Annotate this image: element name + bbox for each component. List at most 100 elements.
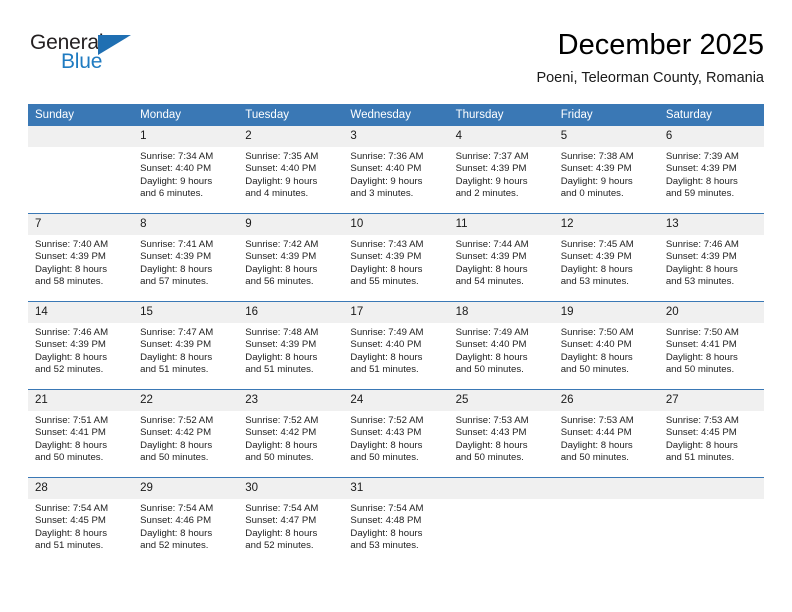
calendar-day-cell: 22 Sunrise: 7:52 AM Sunset: 4:42 PM Dayligh… [133,389,239,478]
day-5[interactable]: 5 Sunrise: 7:38 AM Sunset: 4:39 PM Daylight… [553,126,659,213]
day-2[interactable]: 2 Sunrise: 7:35 AM Sunset: 4:40 PM Daylight… [238,126,344,213]
day-details: Sunrise: 7:42 AM Sunset: 4:39 PM Daylight:… [238,235,343,288]
sunset-line: Sunset: 4:39 PM [245,339,317,351]
day-9[interactable]: 9 Sunrise: 7:42 AM Sunset: 4:39 PM Daylight… [238,214,344,301]
calendar-day-cell: 17 Sunrise: 7:49 AM Sunset: 4:40 PM Dayligh… [343,301,449,390]
day-27[interactable]: 27 Sunrise: 7:53 AM Sunset: 4:45 PM Dayligh… [658,390,764,477]
sunset-line: Sunset: 4:43 PM [350,427,422,439]
sunset-line: Sunset: 4:46 PM [140,515,212,527]
sunrise-line: Sunrise: 7:36 AM [350,151,424,162]
day-29[interactable]: 29 Sunrise: 7:54 AM Sunset: 4:46 PM Dayligh… [133,478,239,565]
day-22[interactable]: 22 Sunrise: 7:52 AM Sunset: 4:42 PM Dayligh… [133,390,239,477]
day-details: Sunrise: 7:51 AM Sunset: 4:41 PM Daylight:… [28,411,133,464]
sunrise-line: Sunrise: 7:50 AM [560,327,634,338]
daylight-line: Daylight: 8 hours [35,263,107,275]
day-number: 11 [448,214,554,235]
day-details: Sunrise: 7:36 AM Sunset: 4:40 PM Daylight:… [343,147,448,200]
day-details: Sunrise: 7:49 AM Sunset: 4:40 PM Daylight:… [449,323,554,376]
sunrise-line: Sunrise: 7:35 AM [245,151,319,162]
day-details: Sunrise: 7:50 AM Sunset: 4:40 PM Daylight:… [554,323,659,376]
calendar-day-cell: 10 Sunrise: 7:43 AM Sunset: 4:39 PM Dayligh… [343,213,449,302]
day-24[interactable]: 24 Sunrise: 7:52 AM Sunset: 4:43 PM Dayligh… [343,390,449,477]
day-8[interactable]: 8 Sunrise: 7:41 AM Sunset: 4:39 PM Daylight… [133,214,239,301]
sunset-line: Sunset: 4:39 PM [140,251,212,263]
day-7[interactable]: 7 Sunrise: 7:40 AM Sunset: 4:39 PM Daylight… [28,214,134,301]
daylight-line: Daylight: 8 hours [665,263,738,275]
daylight-line: Daylight: 8 hours [140,351,213,363]
sunrise-line: Sunrise: 7:54 AM [350,503,424,514]
day-26[interactable]: 26 Sunrise: 7:53 AM Sunset: 4:44 PM Dayligh… [553,390,659,477]
day-16[interactable]: 16 Sunrise: 7:48 AM Sunset: 4:39 PM Dayligh… [238,302,344,389]
calendar-day-cell: 16 Sunrise: 7:48 AM Sunset: 4:39 PM Dayligh… [238,301,344,390]
sunrise-line: Sunrise: 7:52 AM [350,415,424,426]
daylight-line: Daylight: 9 hours [245,175,318,187]
day-31[interactable]: 31 Sunrise: 7:54 AM Sunset: 4:48 PM Dayligh… [343,478,449,565]
sunrise-line: Sunrise: 7:49 AM [350,327,424,338]
daylight-line: Daylight: 8 hours [455,263,528,275]
sunset-line: Sunset: 4:39 PM [350,251,422,263]
daylight-line: Daylight: 8 hours [560,351,633,363]
daylight-line: and 4 minutes. [245,187,309,199]
day-10[interactable]: 10 Sunrise: 7:43 AM Sunset: 4:39 PM Dayligh… [343,214,449,301]
day-details: Sunrise: 7:52 AM Sunset: 4:42 PM Daylight:… [238,411,343,464]
daylight-line: and 0 minutes. [560,187,624,199]
daylight-line: Daylight: 9 hours [140,175,213,187]
day-number: 3 [343,126,449,147]
calendar-day-cell [553,477,659,565]
day-21[interactable]: 21 Sunrise: 7:51 AM Sunset: 4:41 PM Dayligh… [28,390,134,477]
daylight-line: and 50 minutes. [665,363,735,375]
day-23[interactable]: 23 Sunrise: 7:52 AM Sunset: 4:42 PM Dayligh… [238,390,344,477]
day-19[interactable]: 19 Sunrise: 7:50 AM Sunset: 4:40 PM Dayligh… [553,302,659,389]
sunset-line: Sunset: 4:39 PM [35,339,106,351]
day-number: 12 [553,214,659,235]
day-number: 1 [133,126,239,147]
day-25[interactable]: 25 Sunrise: 7:53 AM Sunset: 4:43 PM Dayligh… [448,390,554,477]
sunrise-line: Sunrise: 7:51 AM [35,415,109,426]
day-11[interactable]: 11 Sunrise: 7:44 AM Sunset: 4:39 PM Dayligh… [448,214,554,301]
day-17[interactable]: 17 Sunrise: 7:49 AM Sunset: 4:40 PM Dayligh… [343,302,449,389]
weekday-header-thursday: Thursday [448,104,554,126]
daylight-line: Daylight: 8 hours [350,439,423,451]
sunrise-line: Sunrise: 7:34 AM [140,151,214,162]
day-20[interactable]: 20 Sunrise: 7:50 AM Sunset: 4:41 PM Dayligh… [658,302,764,389]
general-blue-logo[interactable]: General Blue [30,32,160,84]
day-3[interactable]: 3 Sunrise: 7:36 AM Sunset: 4:40 PM Daylight… [343,126,449,213]
day-15[interactable]: 15 Sunrise: 7:47 AM Sunset: 4:39 PM Dayligh… [133,302,239,389]
sunrise-line: Sunrise: 7:43 AM [350,239,424,250]
day-number: 2 [238,126,344,147]
day-details: Sunrise: 7:46 AM Sunset: 4:39 PM Daylight:… [28,323,133,376]
daylight-line: and 50 minutes. [560,363,629,375]
day-14[interactable]: 14 Sunrise: 7:46 AM Sunset: 4:39 PM Dayligh… [28,302,134,389]
day-number: 26 [553,390,659,411]
daylight-line: and 50 minutes. [455,363,524,375]
day-number: 28 [28,478,134,499]
day-number: 24 [343,390,449,411]
day-details: Sunrise: 7:37 AM Sunset: 4:39 PM Daylight:… [449,147,554,200]
day-details: Sunrise: 7:43 AM Sunset: 4:39 PM Daylight:… [343,235,448,288]
day-1[interactable]: 1 Sunrise: 7:34 AM Sunset: 4:40 PM Daylight… [133,126,239,213]
calendar-day-cell: 2 Sunrise: 7:35 AM Sunset: 4:40 PM Daylight… [238,126,344,214]
daylight-line: and 54 minutes. [455,275,524,287]
day-number: 7 [28,214,134,235]
sunrise-line: Sunrise: 7:52 AM [245,415,319,426]
day-details [554,499,659,503]
day-28[interactable]: 28 Sunrise: 7:54 AM Sunset: 4:45 PM Dayligh… [28,478,134,565]
day-18[interactable]: 18 Sunrise: 7:49 AM Sunset: 4:40 PM Dayligh… [448,302,554,389]
sunrise-line: Sunrise: 7:48 AM [245,327,319,338]
day-number: 10 [343,214,449,235]
calendar-day-cell: 20 Sunrise: 7:50 AM Sunset: 4:41 PM Dayligh… [658,301,764,390]
day-30[interactable]: 30 Sunrise: 7:54 AM Sunset: 4:47 PM Dayligh… [238,478,344,565]
day-details: Sunrise: 7:44 AM Sunset: 4:39 PM Daylight:… [449,235,554,288]
day-number: 13 [658,214,764,235]
day-12[interactable]: 12 Sunrise: 7:45 AM Sunset: 4:39 PM Dayligh… [553,214,659,301]
day-6[interactable]: 6 Sunrise: 7:39 AM Sunset: 4:39 PM Daylight… [658,126,764,213]
empty-day [448,478,554,565]
calendar-week-row: 1 Sunrise: 7:34 AM Sunset: 4:40 PM Daylight… [28,126,764,214]
day-4[interactable]: 4 Sunrise: 7:37 AM Sunset: 4:39 PM Daylight… [448,126,554,213]
day-number [553,478,659,499]
day-details: Sunrise: 7:52 AM Sunset: 4:43 PM Daylight:… [343,411,448,464]
daylight-line: and 50 minutes. [350,451,419,463]
sunrise-line: Sunrise: 7:46 AM [665,239,739,250]
day-13[interactable]: 13 Sunrise: 7:46 AM Sunset: 4:39 PM Dayligh… [658,214,764,301]
day-number: 21 [28,390,134,411]
